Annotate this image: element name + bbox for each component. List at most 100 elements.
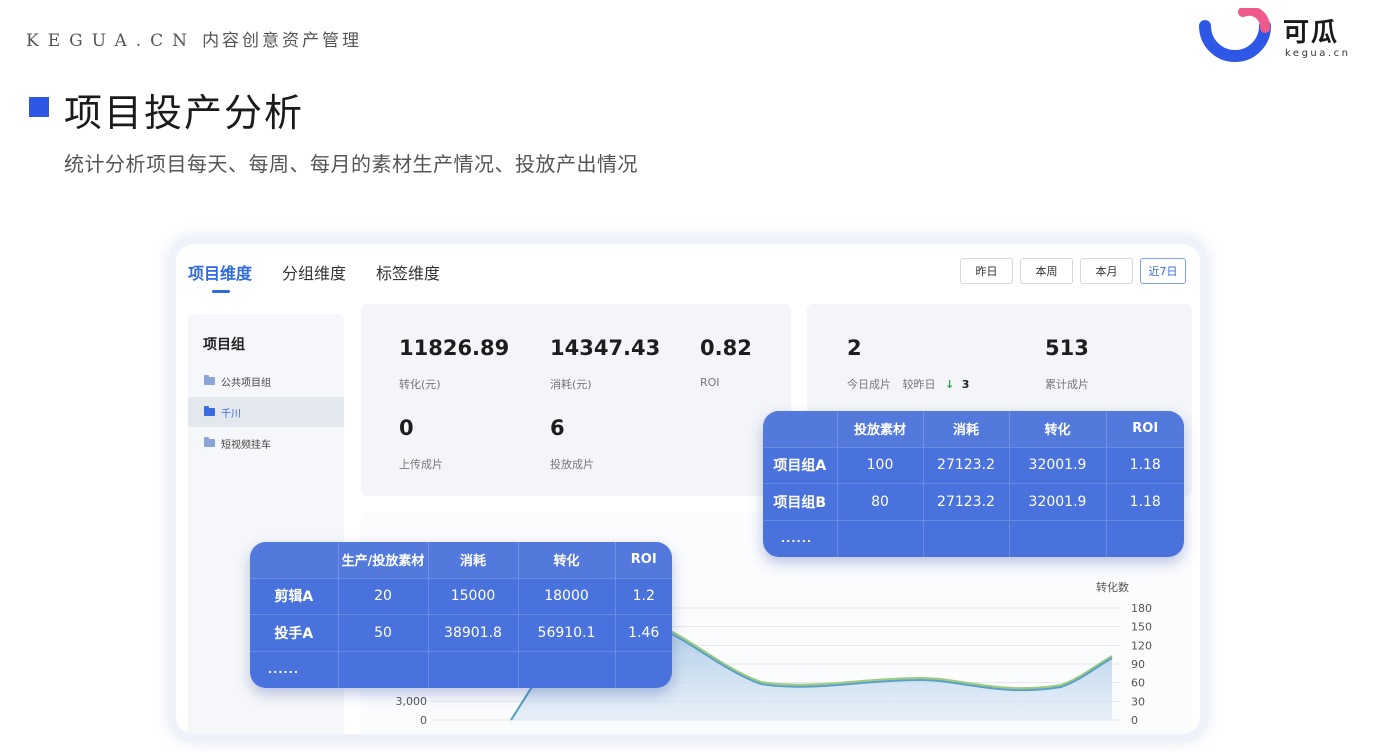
right-axis-tick: 90	[1131, 658, 1145, 671]
table-cell: 27123.2	[922, 483, 1009, 521]
table-more: ......	[763, 519, 837, 557]
logo-mark-icon	[1199, 8, 1271, 62]
left-tick-0: 0	[420, 714, 427, 727]
table-cell	[1008, 519, 1106, 557]
right-axis-tick: 60	[1131, 677, 1145, 690]
table-cell	[427, 650, 518, 688]
table-cell: 80	[836, 483, 923, 521]
tab-group[interactable]: 分组维度	[282, 260, 346, 284]
table-cell: 32001.9	[1008, 483, 1106, 521]
table-row[interactable]: 项目组B 80 27123.2 32001.9 1.18	[763, 483, 1184, 521]
table-cell: 38901.8	[427, 614, 518, 652]
right-axis-tick: 30	[1131, 695, 1145, 708]
today-output-value: 2	[847, 336, 862, 360]
table-row-more: ......	[250, 650, 672, 688]
table-cell	[614, 650, 672, 688]
tab-project[interactable]: 项目维度	[188, 260, 252, 293]
folder-icon	[204, 437, 215, 447]
table-header-cell: 消耗	[427, 542, 518, 578]
table-cell: 1.2	[614, 577, 672, 615]
date-range-buttons: 昨日 本周 本月 近7日	[960, 258, 1186, 284]
table-header-cell	[250, 542, 338, 578]
delivered-label: 投放成片	[550, 458, 594, 471]
folder-icon	[204, 406, 215, 416]
table-cell	[922, 519, 1009, 557]
page-description: 统计分析项目每天、每周、每月的素材生产情况、投放产出情况	[64, 152, 638, 176]
brand-line: KEGUA.CN 内容创意资产管理	[26, 26, 362, 51]
right-axis-tick: 180	[1131, 602, 1152, 615]
folder-icon	[204, 375, 215, 385]
total-output-label: 累计成片	[1045, 378, 1089, 391]
left-tick-3000: 3,000	[396, 695, 428, 708]
roi-label: ROI	[700, 376, 720, 389]
summary-stats-panel: 11826.89 转化(元) 14347.43 消耗(元) 0.82 ROI 0…	[361, 304, 791, 496]
table-header-cell: ROI	[1105, 411, 1184, 447]
sidebar-item-qianchuan[interactable]: 千川	[188, 397, 344, 427]
compare-label: 较昨日	[902, 378, 936, 391]
table-header-cell: 投放素材	[836, 411, 923, 447]
right-axis-title: 转化数	[1096, 580, 1129, 594]
table-row-more: ......	[763, 519, 1184, 557]
sidebar-item-label: 公共项目组	[221, 377, 271, 389]
right-axis-tick: 120	[1131, 639, 1152, 652]
table-header-cell: 转化	[517, 542, 615, 578]
dimension-tabs: 项目维度 分组维度 标签维度	[188, 260, 440, 293]
today-output-label-text: 今日成片	[847, 378, 891, 391]
range-last-7-days-button[interactable]: 近7日	[1140, 258, 1186, 284]
table-cell: 18000	[517, 577, 615, 615]
table-cell: 50	[337, 614, 428, 652]
spend-value: 14347.43	[550, 336, 661, 360]
table-cell: 27123.2	[922, 446, 1009, 484]
conversion-value: 11826.89	[399, 336, 510, 360]
down-arrow-icon: ↓	[945, 378, 955, 391]
logo-domain: kegua.cn	[1285, 48, 1351, 59]
table-header-cell	[763, 411, 837, 447]
table-cell: 项目组A	[763, 446, 837, 484]
table-cell: 56910.1	[517, 614, 615, 652]
table-row[interactable]: 项目组A 100 27123.2 32001.9 1.18	[763, 446, 1184, 484]
range-yesterday-button[interactable]: 昨日	[960, 258, 1013, 284]
range-this-month-button[interactable]: 本月	[1080, 258, 1133, 284]
table-header-row: 投放素材 消耗 转化 ROI	[763, 411, 1184, 447]
range-this-week-button[interactable]: 本周	[1020, 258, 1073, 284]
table-cell: 1.18	[1105, 483, 1184, 521]
project-group-table: 投放素材 消耗 转化 ROI 项目组A 100 27123.2 32001.9 …	[763, 411, 1184, 557]
table-cell: 100	[836, 446, 923, 484]
table-cell: 15000	[427, 577, 518, 615]
table-cell	[1105, 519, 1184, 557]
table-row[interactable]: 投手A 50 38901.8 56910.1 1.46	[250, 614, 672, 652]
brand-subtitle: 内容创意资产管理	[202, 31, 363, 51]
staff-table: 生产/投放素材 消耗 转化 ROI 剪辑A 20 15000 18000 1.2…	[250, 542, 672, 688]
table-cell: 项目组B	[763, 483, 837, 521]
table-cell: 1.18	[1105, 446, 1184, 484]
sidebar-item-public-group[interactable]: 公共项目组	[188, 366, 344, 396]
section-bullet	[29, 97, 49, 117]
sidebar-item-short-video[interactable]: 短视频挂车	[188, 428, 344, 458]
table-cell	[836, 519, 923, 557]
table-header-cell: 消耗	[922, 411, 1009, 447]
compare-value: 3	[961, 378, 970, 391]
tab-tag[interactable]: 标签维度	[376, 260, 440, 284]
sidebar-title: 项目组	[203, 337, 245, 353]
table-cell: 剪辑A	[250, 577, 338, 615]
delivered-value: 6	[550, 416, 565, 440]
roi-value: 0.82	[700, 336, 752, 360]
spend-label: 消耗(元)	[550, 378, 592, 391]
logo: 可瓜 kegua.cn	[1199, 8, 1359, 64]
page-title: 项目投产分析	[64, 91, 305, 135]
table-row[interactable]: 剪辑A 20 15000 18000 1.2	[250, 577, 672, 615]
table-cell	[517, 650, 615, 688]
total-output-value: 513	[1045, 336, 1089, 360]
table-header-cell: 生产/投放素材	[337, 542, 428, 578]
table-cell: 1.46	[614, 614, 672, 652]
sidebar-item-label: 短视频挂车	[221, 439, 271, 451]
right-axis-tick: 0	[1131, 714, 1138, 727]
table-cell: 20	[337, 577, 428, 615]
conversion-label: 转化(元)	[399, 378, 441, 391]
uploaded-value: 0	[399, 416, 414, 440]
table-more: ......	[250, 650, 338, 688]
sidebar-item-label: 千川	[221, 408, 241, 420]
table-header-row: 生产/投放素材 消耗 转化 ROI	[250, 542, 672, 578]
uploaded-label: 上传成片	[399, 458, 443, 471]
logo-text: 可瓜	[1283, 18, 1340, 48]
